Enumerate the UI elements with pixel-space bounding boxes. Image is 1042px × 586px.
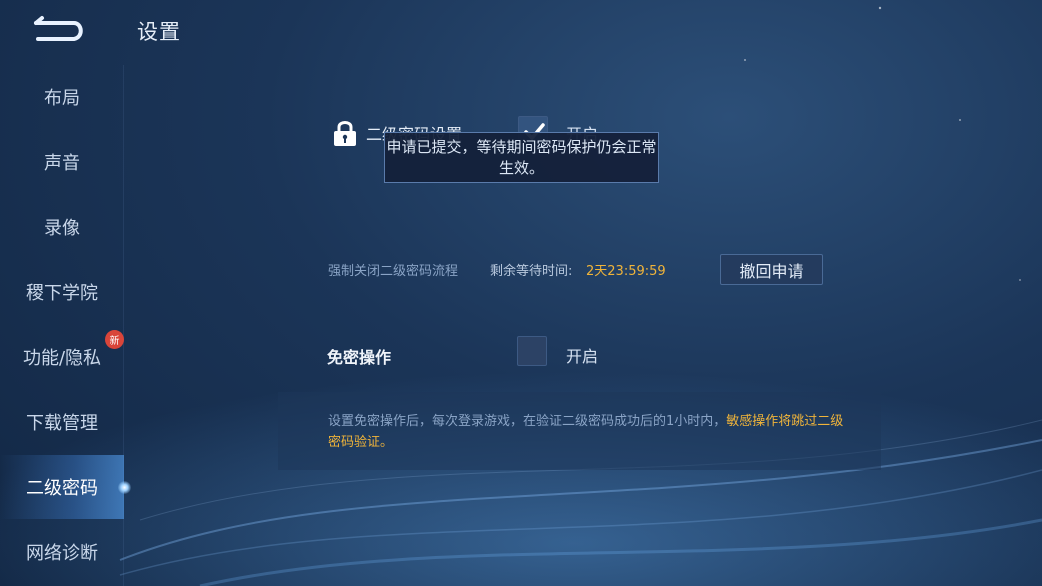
withdraw-button[interactable]: 撤回申请: [720, 254, 823, 285]
background-wave: [0, 6, 1042, 586]
sidebar-item-second-password[interactable]: 二级密码: [0, 455, 131, 519]
page-title: 设置: [137, 20, 181, 44]
new-badge: 新: [105, 330, 124, 349]
tooltip: 申请已提交，等待期间密码保护仍会正常生效。: [384, 132, 659, 183]
sidebar-item-layout[interactable]: 布局: [0, 65, 124, 129]
force-close-row: 强制关闭二级密码流程 剩余等待时间: 2天23:59:59: [328, 260, 666, 279]
lock-icon: [334, 121, 356, 146]
info-text-main: 设置免密操作后，每次登录游戏，在验证二级密码成功后的1小时内，: [328, 414, 727, 429]
sidebar-item-downloads[interactable]: 下载管理: [0, 390, 124, 454]
remaining-time-label: 剩余等待时间:: [490, 264, 573, 279]
force-close-link[interactable]: 强制关闭二级密码流程: [328, 264, 458, 279]
info-text: 设置免密操作后，每次登录游戏，在验证二级密码成功后的1小时内，敏感操作将跳过二级…: [328, 411, 848, 453]
sidebar-item-academy[interactable]: 稷下学院: [0, 260, 124, 324]
info-box: 设置免密操作后，每次登录游戏，在验证二级密码成功后的1小时内，敏感操作将跳过二级…: [278, 392, 881, 470]
password-free-toggle-label: 开启: [566, 347, 599, 366]
password-free-checkbox[interactable]: [517, 336, 547, 366]
password-free-label: 免密操作: [327, 348, 392, 367]
sidebar-item-sound[interactable]: 声音: [0, 130, 124, 194]
back-button[interactable]: [30, 14, 86, 46]
active-indicator: [118, 481, 131, 494]
sidebar-item-recording[interactable]: 录像: [0, 195, 124, 259]
sidebar-item-label: 网络诊断: [26, 543, 98, 564]
sidebar-item-label: 下载管理: [26, 413, 98, 434]
remaining-time-value: 2天23:59:59: [586, 264, 666, 279]
sidebar-item-label: 稷下学院: [26, 283, 98, 304]
sidebar: 布局 声音 录像 稷下学院 功能/隐私 下载管理 二级密码 网络诊断: [0, 65, 131, 586]
sidebar-item-network[interactable]: 网络诊断: [0, 520, 124, 584]
sidebar-item-label: 声音: [44, 153, 80, 174]
sidebar-item-label: 功能/隐私: [22, 348, 102, 369]
sidebar-item-label: 二级密码: [26, 478, 98, 499]
sidebar-item-label: 布局: [44, 88, 80, 109]
back-arrow-icon: [34, 16, 83, 41]
sidebar-item-label: 录像: [44, 218, 80, 239]
